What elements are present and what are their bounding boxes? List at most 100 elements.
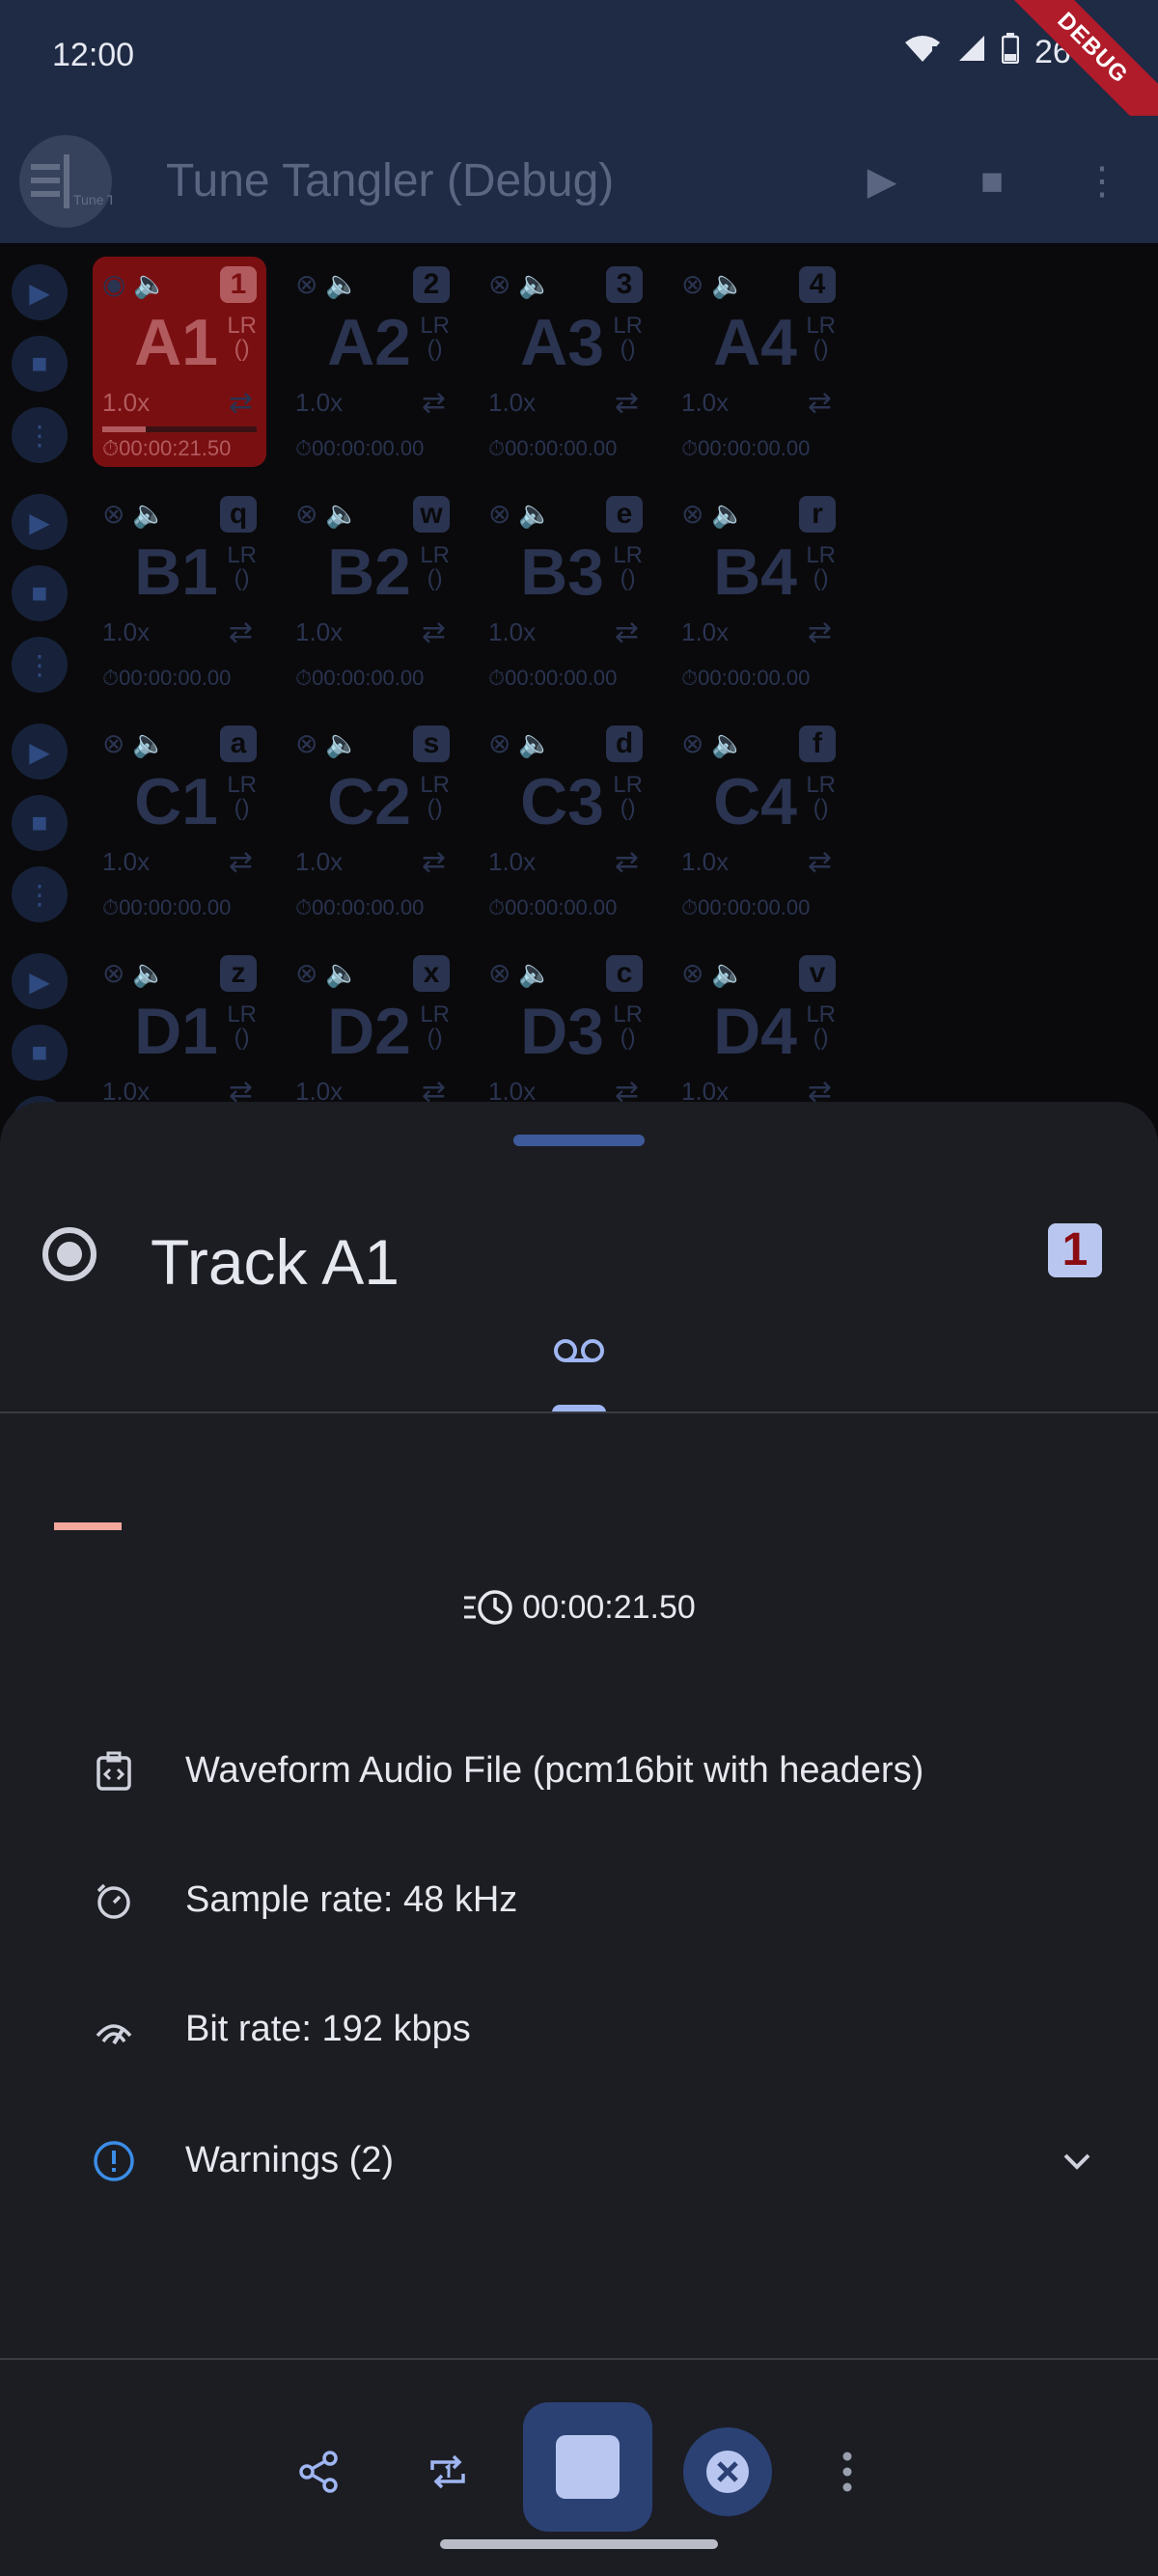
pad-key-badge: 1 xyxy=(220,266,257,303)
row-more-button[interactable]: ⋮ xyxy=(12,407,68,463)
track-pad-a1[interactable]: ◉ 🔈 1 A1 LR() 1.0x ⇄ ⏱00:00:21.50 xyxy=(93,257,266,467)
pad-key-badge: x xyxy=(413,955,450,992)
track-title: Track A1 xyxy=(151,1226,400,1298)
share-icon xyxy=(299,2451,338,2493)
pad-duration: ⏱00:00:00.00 xyxy=(295,895,425,919)
warning-icon xyxy=(93,2140,135,2182)
pad-lr-label: LR xyxy=(227,542,257,568)
pad-key-badge: s xyxy=(413,726,450,762)
row-play-button[interactable]: ▶ xyxy=(12,953,68,1009)
voicemail-icon xyxy=(554,1339,604,1362)
pad-label: B2 xyxy=(327,535,411,609)
track-pad-b2[interactable]: ⊗ 🔈 w B2 LR() 1.0x ⇄ ⏱00:00:00.00 xyxy=(286,486,459,697)
overflow-menu-button[interactable]: ⋮ xyxy=(1075,154,1129,208)
pad-lr-label: LR xyxy=(227,1001,257,1028)
track-pad-d2[interactable]: ⊗ 🔈 x D2 LR() 1.0x ⇄ xyxy=(286,945,459,1111)
row-play-button[interactable]: ▶ xyxy=(12,494,68,550)
pad-status-icons: ⊗ 🔈 xyxy=(295,499,360,529)
pad-label: A2 xyxy=(327,306,411,379)
pad-speed: 1.0x xyxy=(295,847,344,876)
pad-channel: LR() xyxy=(806,1003,836,1050)
warnings-row[interactable]: Warnings (2) xyxy=(0,2111,1158,2207)
repeat-one-button[interactable] xyxy=(421,2445,475,2499)
track-pad-c1[interactable]: ⊗ 🔈 a C1 LR() 1.0x ⇄ ⏱00:00:00.00 xyxy=(93,716,266,926)
chevron-down-icon[interactable] xyxy=(1054,2140,1100,2182)
pad-duration: ⏱00:00:00.00 xyxy=(488,436,618,460)
stereo-icon: () xyxy=(620,1025,636,1051)
pad-duration: ⏱00:00:00.00 xyxy=(488,895,618,919)
track-pad-a3[interactable]: ⊗ 🔈 3 A3 LR() 1.0x ⇄ ⏱00:00:00.00 xyxy=(479,257,652,467)
pad-key-badge: q xyxy=(220,496,257,533)
record-radio-icon[interactable] xyxy=(42,1227,96,1281)
pad-label: D1 xyxy=(134,995,218,1068)
duration-text: 00:00:21.50 xyxy=(522,1588,696,1626)
network-speed-icon xyxy=(93,2009,135,2051)
pad-speed: 1.0x xyxy=(295,617,344,646)
bit-rate-row: Bit rate: 192 kbps xyxy=(0,1980,1158,2076)
pad-lr-label: LR xyxy=(420,1001,450,1028)
stop-all-button[interactable]: ■ xyxy=(965,154,1019,208)
row-stop-button[interactable]: ■ xyxy=(12,1025,68,1081)
pad-speed: 1.0x xyxy=(102,617,151,646)
pad-label: D3 xyxy=(520,995,604,1068)
pad-channel: LR() xyxy=(227,544,257,590)
row-stop-button[interactable]: ■ xyxy=(12,795,68,851)
tab-recording[interactable] xyxy=(550,1331,608,1370)
share-button[interactable] xyxy=(291,2445,345,2499)
track-duration: 00:00:21.50 xyxy=(0,1586,1158,1629)
track-pad-b4[interactable]: ⊗ 🔈 r B4 LR() 1.0x ⇄ ⏱00:00:00.00 xyxy=(672,486,845,697)
row-play-button[interactable]: ▶ xyxy=(12,724,68,780)
row-play-button[interactable]: ▶ xyxy=(12,264,68,320)
clear-button[interactable] xyxy=(683,2427,772,2516)
pad-label: B4 xyxy=(713,535,797,609)
pad-key-badge: e xyxy=(606,496,643,533)
sheet-more-button[interactable] xyxy=(830,2445,865,2499)
sheet-drag-handle[interactable] xyxy=(513,1135,645,1146)
pad-lr-label: LR xyxy=(613,772,643,798)
row-more-button[interactable]: ⋮ xyxy=(12,637,68,693)
play-all-button[interactable]: ▶ xyxy=(855,154,909,208)
repeat-one-icon xyxy=(430,2454,465,2489)
track-pad-d3[interactable]: ⊗ 🔈 c D3 LR() 1.0x ⇄ xyxy=(479,945,652,1111)
repeat-icon: ⇄ xyxy=(421,617,446,648)
app-bar: Tune Tangler Tune Tangler (Debug) ▶ ■ ⋮ xyxy=(0,116,1158,243)
track-pad-d1[interactable]: ⊗ 🔈 z D1 LR() 1.0x ⇄ xyxy=(93,945,266,1111)
pad-status-icons: ⊗ 🔈 xyxy=(488,499,553,529)
row-more-button[interactable]: ⋮ xyxy=(12,866,68,922)
pad-speed: 1.0x xyxy=(488,388,537,417)
pad-speed: 1.0x xyxy=(681,617,730,646)
gesture-nav-pill[interactable] xyxy=(440,2539,718,2549)
signal-icon xyxy=(957,34,986,71)
track-pad-b1[interactable]: ⊗ 🔈 q B1 LR() 1.0x ⇄ ⏱00:00:00.00 xyxy=(93,486,266,697)
row-stop-button[interactable]: ■ xyxy=(12,336,68,392)
stereo-icon: () xyxy=(234,1025,250,1051)
pad-status-icons: ⊗ 🔈 xyxy=(295,958,360,988)
repeat-icon: ⇄ xyxy=(421,846,446,878)
pad-key-badge: z xyxy=(220,955,257,992)
pad-label: A1 xyxy=(134,306,218,379)
pad-duration: ⏱00:00:00.00 xyxy=(102,666,232,690)
pad-key-badge: a xyxy=(220,726,257,762)
pad-label: C2 xyxy=(327,765,411,838)
track-pad-c3[interactable]: ⊗ 🔈 d C3 LR() 1.0x ⇄ ⏱00:00:00.00 xyxy=(479,716,652,926)
pad-lr-label: LR xyxy=(613,313,643,339)
stereo-icon: () xyxy=(234,565,250,591)
track-pad-a2[interactable]: ⊗ 🔈 2 A2 LR() 1.0x ⇄ ⏱00:00:00.00 xyxy=(286,257,459,467)
track-pad-c4[interactable]: ⊗ 🔈 f C4 LR() 1.0x ⇄ ⏱00:00:00.00 xyxy=(672,716,845,926)
stop-button[interactable] xyxy=(523,2402,652,2532)
pad-duration: ⏱00:00:00.00 xyxy=(488,666,618,690)
pad-label: A4 xyxy=(713,306,797,379)
track-pad-b3[interactable]: ⊗ 🔈 e B3 LR() 1.0x ⇄ ⏱00:00:00.00 xyxy=(479,486,652,697)
pad-speed: 1.0x xyxy=(681,847,730,876)
stereo-icon: () xyxy=(427,1025,443,1051)
track-pad-d4[interactable]: ⊗ 🔈 v D4 LR() 1.0x ⇄ xyxy=(672,945,845,1111)
row-stop-button[interactable]: ■ xyxy=(12,565,68,621)
track-pad-a4[interactable]: ⊗ 🔈 4 A4 LR() 1.0x ⇄ ⏱00:00:00.00 xyxy=(672,257,845,467)
app-logo: Tune Tangler xyxy=(19,135,152,228)
pad-speed: 1.0x xyxy=(102,388,151,417)
repeat-icon: ⇄ xyxy=(614,387,639,419)
status-time: 12:00 xyxy=(52,37,135,73)
file-format-icon xyxy=(93,1750,135,1793)
stereo-icon: () xyxy=(813,1025,829,1051)
track-pad-c2[interactable]: ⊗ 🔈 s C2 LR() 1.0x ⇄ ⏱00:00:00.00 xyxy=(286,716,459,926)
